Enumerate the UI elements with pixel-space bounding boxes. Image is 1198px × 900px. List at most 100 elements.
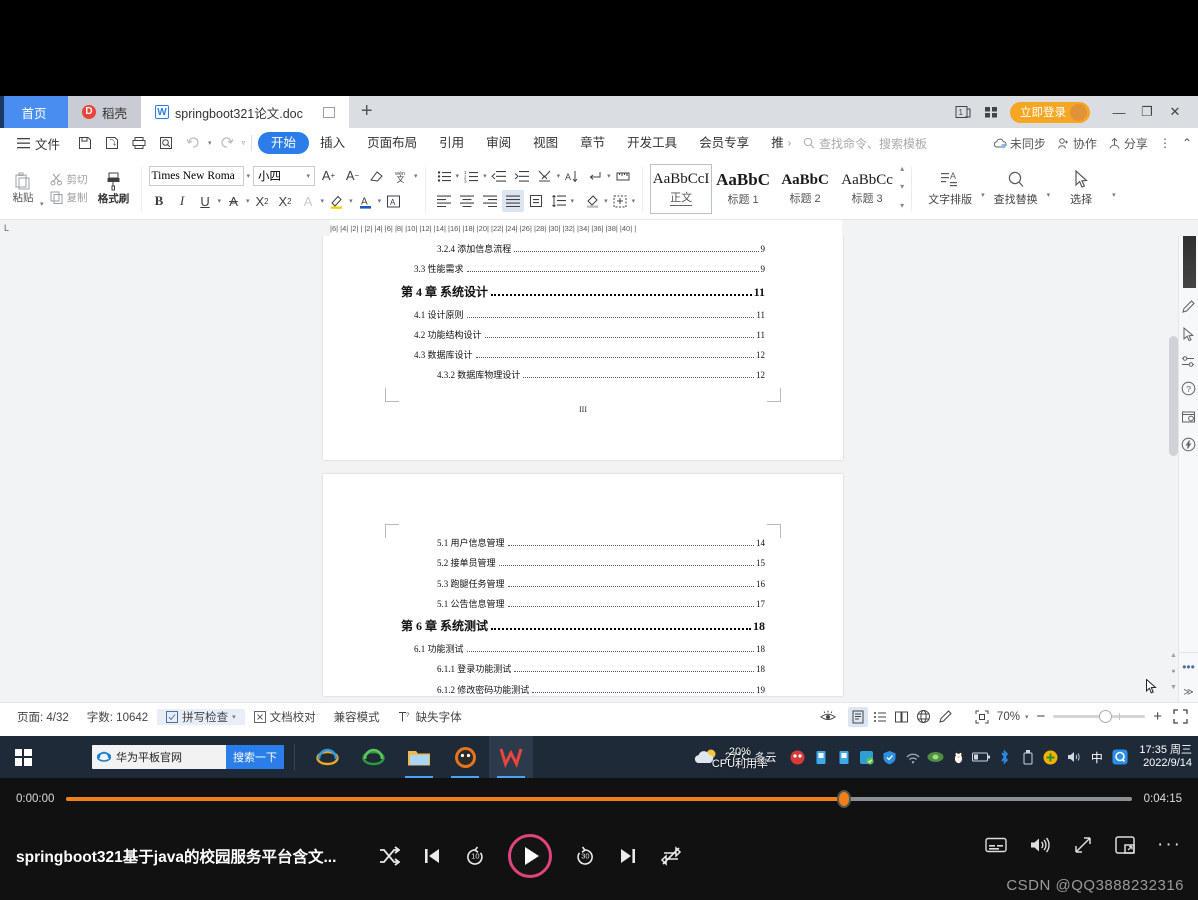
markup-pen-button[interactable]	[936, 707, 956, 727]
vertical-scrollbar-track[interactable]	[1169, 236, 1178, 702]
character-border-button[interactable]: A	[383, 191, 404, 212]
rewind-10-button[interactable]: 10	[464, 846, 486, 867]
tray-icon-usb-blue[interactable]	[809, 736, 832, 778]
close-button[interactable]: ✕	[1162, 100, 1188, 124]
toc-entry[interactable]: 3.3 性能需求 9	[401, 262, 765, 282]
align-right-button[interactable]	[479, 190, 501, 212]
player-seek-bar[interactable]	[66, 790, 1132, 808]
toc-entry[interactable]: 5.2 接单员管理 15	[401, 556, 765, 576]
single-window-icon[interactable]: 1	[954, 104, 972, 120]
word-count[interactable]: 字数: 10642	[78, 709, 157, 725]
tray-icon-usb-drive[interactable]	[1016, 736, 1039, 778]
tray-icon-wifi[interactable]	[901, 736, 924, 778]
borders-button[interactable]	[609, 190, 631, 212]
login-button[interactable]: 立即登录	[1010, 101, 1090, 123]
reading-view-button[interactable]	[892, 707, 912, 727]
taskbar-app-explorer[interactable]	[397, 736, 441, 778]
scroll-page-marker-icon[interactable]: ●	[1169, 668, 1178, 678]
strikethrough-caret-icon[interactable]: ▾	[246, 197, 250, 205]
ribbon-tab-member[interactable]: 会员专享	[688, 132, 760, 154]
undo-caret-icon[interactable]: ▾	[208, 139, 212, 147]
grid-view-icon[interactable]	[982, 104, 1000, 120]
taskbar-search-box[interactable]: 华为平板官网 搜索一下	[92, 745, 284, 769]
formatting-marks-caret-icon[interactable]: ▾	[557, 172, 561, 180]
distribute-button[interactable]	[525, 190, 547, 212]
tray-icon-shield[interactable]	[878, 736, 901, 778]
sync-status[interactable]: 未同步	[993, 135, 1046, 152]
font-color-caret-icon[interactable]: ▾	[378, 197, 382, 205]
save-as-icon[interactable]: ⤵	[100, 132, 124, 154]
format-painter-button[interactable]: 格式刷	[94, 172, 134, 206]
show-ruler-button[interactable]	[612, 165, 634, 187]
pen-icon[interactable]	[1181, 299, 1196, 314]
styles-scroll-down-icon[interactable]: ▾	[900, 182, 904, 191]
bullet-list-button[interactable]	[433, 165, 455, 187]
styles-expand-icon[interactable]: ▾	[900, 201, 904, 210]
align-center-button[interactable]	[456, 190, 478, 212]
tray-icon-battery[interactable]	[970, 736, 993, 778]
cursor-select-icon[interactable]	[1182, 327, 1196, 342]
toc-entry[interactable]: 4.3 数据库设计 12	[401, 348, 765, 368]
toc-entry[interactable]: 3.2.4 添加信息流程 9	[401, 242, 765, 262]
template-store-icon[interactable]	[1181, 409, 1196, 424]
weather-widget[interactable]: 27°C 多云 20% CPU利用率	[694, 746, 776, 770]
increase-indent-button[interactable]	[511, 165, 533, 187]
ime-indicator[interactable]: 中	[1085, 736, 1108, 778]
volume-button[interactable]	[1029, 836, 1051, 854]
borders-caret-icon[interactable]: ▾	[632, 197, 636, 205]
numbered-list-button[interactable]: 123	[460, 165, 482, 187]
horizontal-ruler[interactable]: |6| |4| |2| | |2| |4| |6| |8| |10| |12| …	[330, 220, 842, 236]
toc-entry[interactable]: 6.1.1 登录功能测试 18	[401, 662, 765, 682]
cut-button[interactable]: 剪切	[50, 172, 88, 187]
page-indicator[interactable]: 页面: 4/32	[8, 709, 78, 725]
font-size-input[interactable]: 小四 ▾	[253, 165, 316, 186]
minimize-button[interactable]: —	[1106, 100, 1132, 124]
ribbon-tab-start[interactable]: 开始	[258, 132, 310, 154]
subscript-button[interactable]: X2	[275, 191, 296, 212]
numbered-caret-icon[interactable]: ▾	[483, 172, 487, 180]
print-layout-view-button[interactable]	[847, 706, 868, 727]
text-effects-button[interactable]: A	[298, 191, 319, 212]
zoom-slider-knob[interactable]	[1099, 710, 1113, 723]
focus-eye-icon[interactable]	[818, 707, 838, 727]
underline-caret-icon[interactable]: ▾	[218, 197, 222, 205]
outline-view-button[interactable]	[870, 707, 890, 727]
text-layout-button[interactable]: A 文字排版	[919, 171, 981, 207]
style-heading-1[interactable]: AaBbC 标题 1	[712, 164, 774, 214]
redo-icon[interactable]	[215, 132, 239, 154]
command-search[interactable]: 查找命令、搜索模板	[803, 135, 927, 152]
line-spacing-caret-icon[interactable]: ▾	[571, 197, 575, 205]
justify-button[interactable]	[501, 190, 524, 212]
start-button[interactable]	[0, 736, 46, 778]
help-icon[interactable]: ?	[1181, 381, 1196, 396]
clear-formatting-icon[interactable]	[366, 165, 387, 186]
taskbar-search-field[interactable]: 华为平板官网	[92, 749, 226, 765]
tray-icon-bluetooth[interactable]	[993, 736, 1016, 778]
copy-button[interactable]: 复制	[50, 190, 88, 205]
font-size-caret-icon[interactable]: ▾	[307, 172, 311, 180]
ribbon-tab-references[interactable]: 引用	[428, 132, 475, 154]
strikethrough-button[interactable]: A	[223, 191, 244, 212]
ribbon-tabs-more-icon[interactable]: ›	[786, 138, 793, 149]
shading-button[interactable]	[581, 190, 603, 212]
highlight-caret-icon[interactable]: ▾	[349, 197, 353, 205]
find-replace-button[interactable]: 查找替换	[985, 170, 1047, 207]
document-canvas[interactable]: 3.2.4 添加信息流程 9 3.3 性能需求 9 第 4 章 系统设计 11	[0, 236, 1198, 702]
ruler-corner-icon[interactable]: L	[4, 223, 9, 233]
style-heading-2[interactable]: AaBbC 标题 2	[774, 164, 836, 214]
toc-entry[interactable]: 4.2 功能结构设计 11	[401, 328, 765, 348]
decrease-font-size-button[interactable]: A −	[342, 165, 363, 186]
bold-button[interactable]: B	[149, 191, 170, 212]
zoom-out-button[interactable]: −	[1033, 708, 1048, 725]
print-preview-icon[interactable]	[154, 132, 178, 154]
lightning-icon[interactable]	[1181, 437, 1196, 452]
fullscreen-button[interactable]	[1170, 707, 1190, 727]
player-seek-knob[interactable]	[837, 790, 851, 808]
sort-button[interactable]: A	[561, 165, 583, 187]
toc-entry[interactable]: 第 6 章 系统测试 18	[401, 617, 765, 642]
font-name-input[interactable]: Times New Roma	[148, 165, 244, 186]
pinyin-caret-icon[interactable]: ▾	[414, 172, 418, 180]
pinyin-guide-icon[interactable]: wén 文	[390, 165, 411, 186]
decrease-indent-button[interactable]	[488, 165, 510, 187]
toc-entry[interactable]: 5.1 用户信息管理 14	[401, 536, 765, 556]
